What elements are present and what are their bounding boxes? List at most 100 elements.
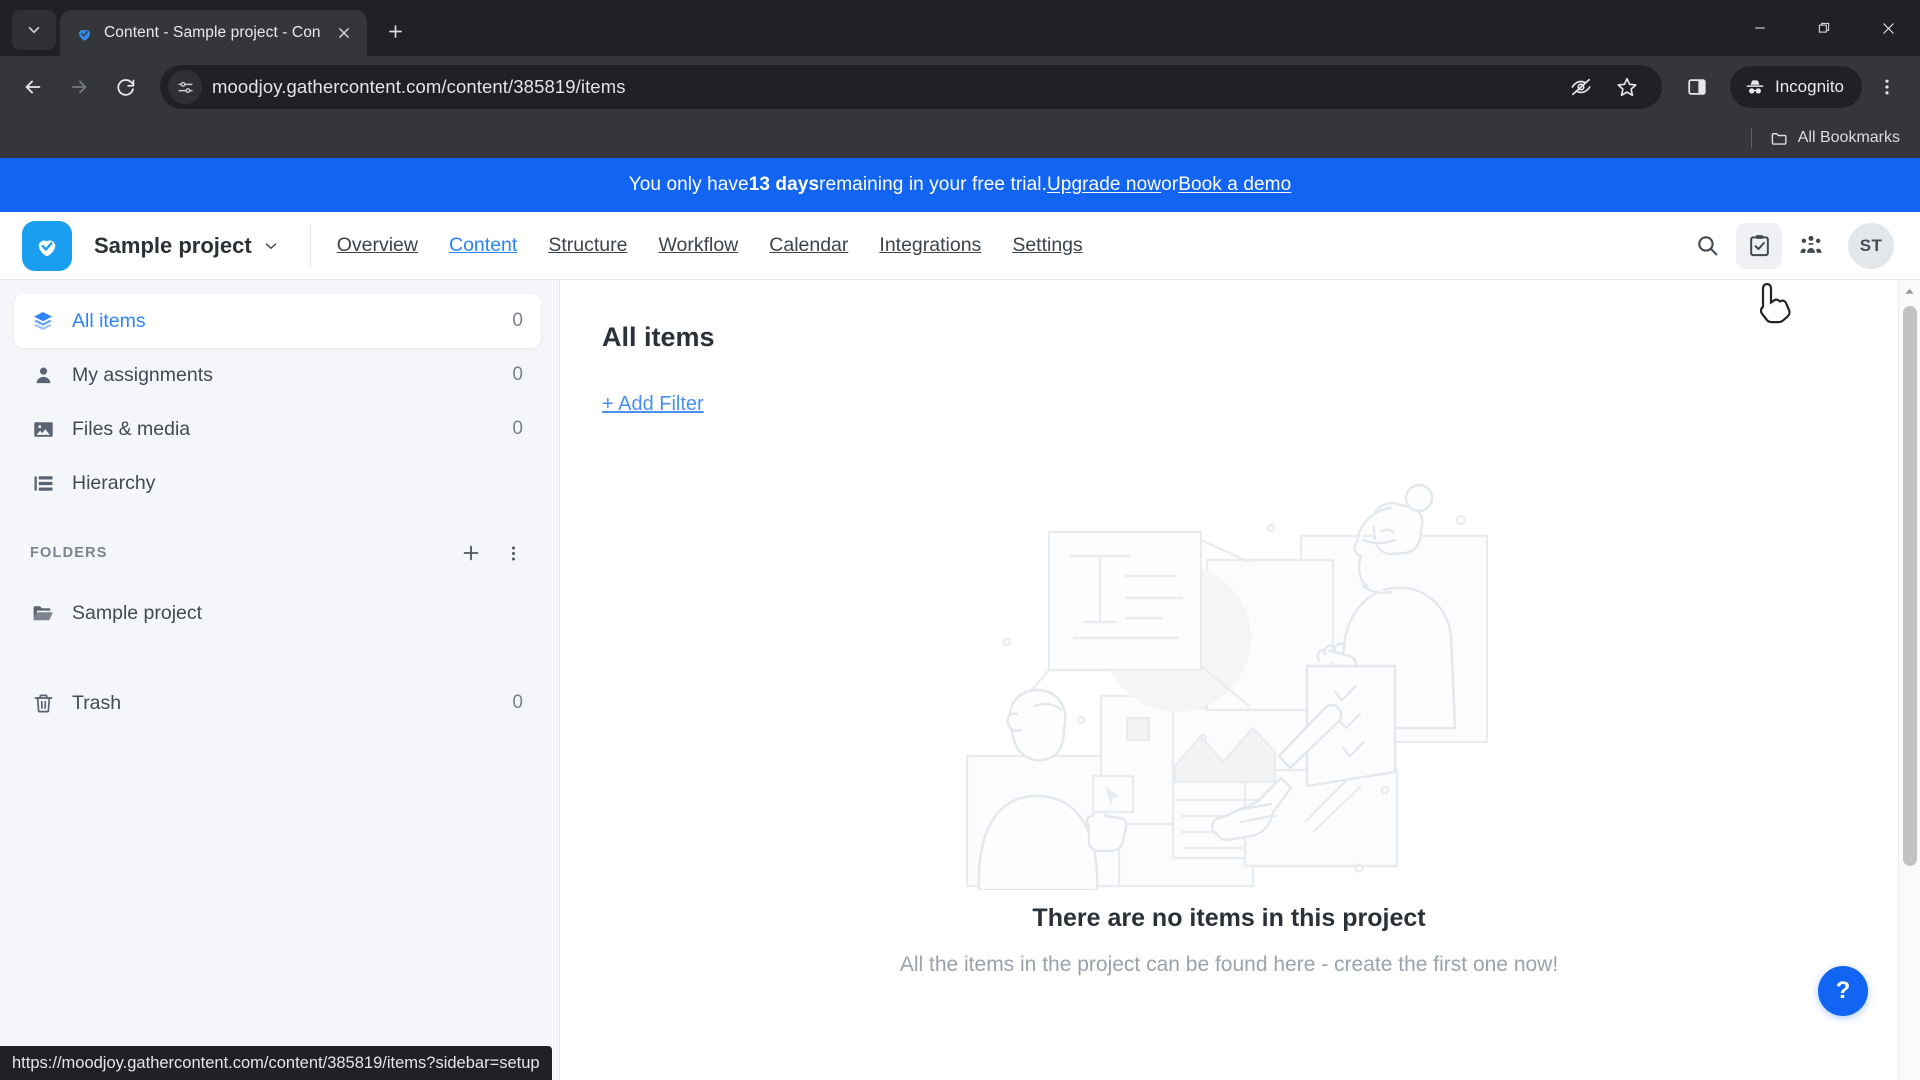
kebab-menu-icon — [1885, 79, 1889, 95]
person-icon — [30, 362, 56, 388]
side-panel-icon — [1688, 79, 1706, 95]
incognito-indicator[interactable]: Incognito — [1730, 66, 1862, 108]
main-nav: Overview Content Structure Workflow Cale… — [337, 234, 1083, 257]
sidebar-item-label: All items — [72, 309, 146, 332]
close-window-button[interactable] — [1856, 0, 1920, 56]
sidebar-item-label: My assignments — [72, 363, 213, 386]
tab-close-button[interactable] — [331, 20, 357, 46]
project-name: Sample project — [94, 232, 252, 258]
address-bar[interactable]: moodjoy.gathercontent.com/content/385819… — [160, 65, 1662, 109]
list-tree-icon — [30, 470, 56, 496]
book-demo-link[interactable]: Book a demo — [1178, 174, 1291, 196]
gathercontent-logo-icon — [74, 23, 94, 43]
empty-state-subtitle: All the items in the project can be foun… — [899, 953, 1559, 976]
folder-icon — [1771, 132, 1787, 145]
sidebar-item-all-items[interactable]: All items 0 — [14, 294, 541, 348]
status-bar-url: https://moodjoy.gathercontent.com/conten… — [0, 1046, 552, 1080]
new-tab-button[interactable] — [377, 12, 415, 50]
browser-tab[interactable]: Content - Sample project - Con — [60, 10, 367, 56]
project-switcher[interactable]: Sample project — [94, 233, 280, 259]
restore-icon — [1818, 22, 1830, 33]
bookmark-button[interactable] — [1606, 66, 1648, 108]
maximize-button[interactable] — [1792, 0, 1856, 56]
gathercontent-logo-icon[interactable] — [22, 220, 72, 271]
eye-slash-icon — [1571, 78, 1591, 96]
bookmarks-bar: All Bookmarks — [0, 118, 1920, 158]
arrow-forward-icon — [71, 80, 87, 94]
browser-toolbar: moodjoy.gathercontent.com/content/385819… — [0, 56, 1920, 118]
back-button[interactable] — [12, 66, 54, 108]
minimize-button[interactable] — [1728, 0, 1792, 56]
site-settings-button[interactable] — [168, 70, 202, 104]
help-button[interactable]: ? — [1818, 966, 1868, 1016]
sidebar-item-my-assignments[interactable]: My assignments 0 — [14, 348, 541, 402]
sidebar-item-label: Hierarchy — [72, 471, 156, 494]
sidebar-item-count: 0 — [512, 418, 523, 439]
page-title: All items — [602, 322, 715, 352]
sidebar-item-label: Files & media — [72, 417, 191, 440]
side-panel-button[interactable] — [1676, 66, 1718, 108]
incognito-label: Incognito — [1775, 77, 1844, 96]
reload-icon — [116, 78, 134, 96]
plus-icon — [389, 24, 403, 38]
image-icon — [30, 416, 56, 442]
clipboard-check-icon — [1749, 235, 1769, 257]
address-bar-url: moodjoy.gathercontent.com/content/385819… — [212, 76, 626, 97]
layers-icon — [30, 308, 56, 334]
nav-tab-structure[interactable]: Structure — [548, 234, 627, 257]
add-folder-button[interactable] — [457, 539, 485, 567]
folders-more-button[interactable] — [499, 539, 527, 567]
nav-tab-integrations[interactable]: Integrations — [879, 234, 981, 257]
forward-button[interactable] — [58, 66, 100, 108]
sidebar-item-count: 0 — [512, 310, 523, 331]
team-content-illustration — [965, 483, 1489, 890]
scroll-up-button[interactable] — [1899, 280, 1920, 302]
search-icon — [1697, 236, 1717, 256]
tune-sliders-icon — [177, 81, 193, 93]
window-controls — [1728, 0, 1920, 56]
folder-label: Sample project — [72, 601, 203, 624]
empty-state-title: There are no items in this project — [1032, 904, 1426, 932]
trial-or: or — [1161, 174, 1179, 195]
team-button[interactable] — [1788, 223, 1834, 269]
web-page: You only have 13 days remaining in your … — [0, 158, 1920, 1080]
close-icon — [338, 28, 349, 38]
add-filter-button[interactable]: + Add Filter — [602, 393, 704, 416]
minimize-icon — [1755, 27, 1765, 29]
tasks-button[interactable] — [1736, 222, 1782, 269]
nav-tab-content[interactable]: Content — [449, 234, 517, 257]
reload-button[interactable] — [104, 66, 146, 108]
nav-tab-overview[interactable]: Overview — [337, 234, 418, 257]
sidebar-item-files-media[interactable]: Files & media 0 — [14, 402, 541, 456]
browser-menu-button[interactable] — [1866, 66, 1908, 108]
nav-tab-workflow[interactable]: Workflow — [658, 234, 738, 257]
tracking-protection-button[interactable] — [1560, 66, 1602, 108]
tab-title: Content - Sample project - Con — [104, 24, 321, 41]
nav-tab-calendar[interactable]: Calendar — [769, 234, 848, 257]
tab-search-button[interactable] — [12, 10, 56, 50]
main-scrollbar[interactable] — [1898, 280, 1920, 1080]
trial-middle: remaining in your free trial. — [819, 174, 1047, 195]
bookmarks-divider — [1750, 128, 1752, 148]
header-divider — [309, 223, 311, 268]
tab-strip: Content - Sample project - Con — [0, 0, 1920, 56]
folder-open-icon — [30, 600, 56, 626]
nav-tab-settings[interactable]: Settings — [1012, 234, 1082, 257]
app-header: Sample project Overview Content Structur… — [0, 212, 1920, 280]
trash-label: Trash — [72, 691, 122, 714]
sidebar-item-hierarchy[interactable]: Hierarchy — [14, 456, 541, 510]
main-inner: All items + Add Filter — [560, 280, 1920, 416]
sidebar-folder-sample-project[interactable]: Sample project — [14, 586, 541, 640]
main-content: All items + Add Filter There are no item… — [560, 280, 1920, 1080]
sidebar-item-trash[interactable]: Trash 0 — [14, 676, 541, 730]
upgrade-now-link[interactable]: Upgrade now — [1047, 174, 1161, 196]
all-bookmarks-button[interactable]: All Bookmarks — [1762, 125, 1908, 152]
kebab-menu-icon — [511, 545, 515, 561]
user-avatar[interactable]: ST — [1848, 222, 1894, 269]
trial-banner: You only have 13 days remaining in your … — [0, 158, 1920, 212]
trash-icon — [30, 690, 56, 716]
scrollbar-thumb[interactable] — [1903, 306, 1917, 866]
folders-actions — [457, 539, 527, 567]
search-button[interactable] — [1684, 223, 1730, 269]
app-body: All items 0 My assignments 0 Files & med… — [0, 280, 1920, 1080]
